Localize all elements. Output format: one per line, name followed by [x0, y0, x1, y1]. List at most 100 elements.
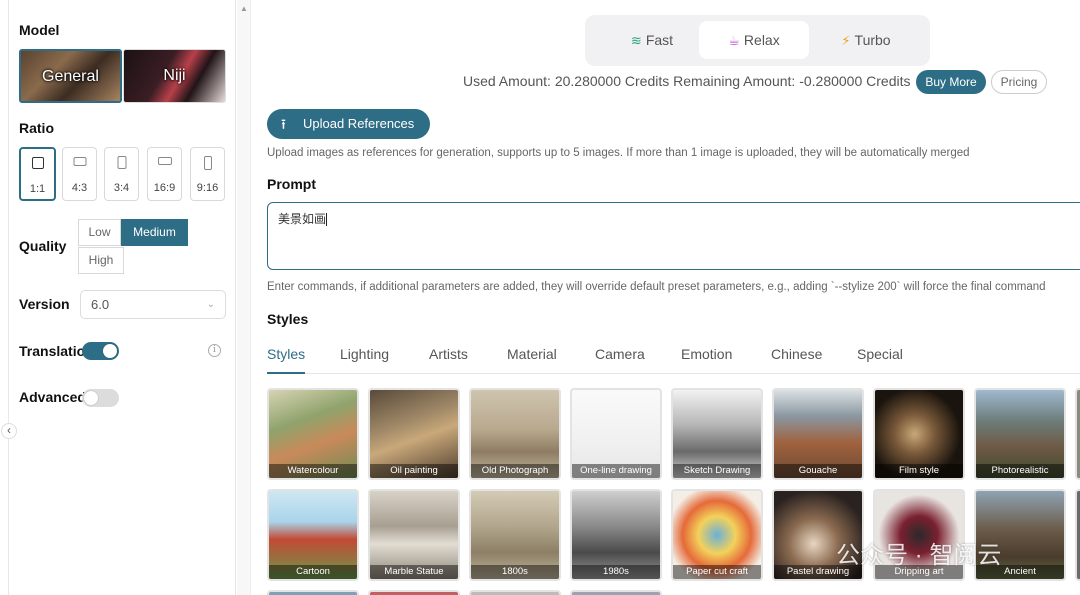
mode-fast-button[interactable]: ≋ Fast — [607, 21, 697, 59]
toggle-knob — [84, 391, 98, 405]
translation-toggle[interactable] — [82, 342, 119, 360]
ratio-option-16-9[interactable]: 16:9 — [147, 147, 182, 201]
ratio-option-1-1[interactable]: 1:1 — [19, 147, 56, 201]
toggle-knob — [103, 344, 117, 358]
style-card-cartoon[interactable]: Cartoon — [267, 489, 359, 581]
quality-option-medium[interactable]: Medium — [121, 219, 188, 246]
ratio-option-3-4[interactable]: 3:4 — [104, 147, 139, 201]
buy-more-button[interactable]: Buy More — [916, 70, 986, 94]
style-card-caption: One-line drawing — [572, 464, 660, 478]
quality-label: Quality — [19, 238, 67, 254]
tab-chinese[interactable]: Chinese — [771, 346, 822, 362]
wide-ratio-icon — [157, 157, 172, 165]
style-card-caption: Sketch Drawing — [673, 464, 761, 478]
style-card-caption: Cartoon — [269, 565, 357, 579]
tab-special[interactable]: Special — [857, 346, 903, 362]
mode-label: Turbo — [854, 32, 891, 48]
style-card-1980s[interactable]: 1980s — [570, 489, 662, 581]
style-card-photorealistic[interactable]: Photorealistic — [974, 388, 1066, 480]
landscape-ratio-icon — [73, 157, 86, 166]
style-card-caption: Photorealistic — [976, 464, 1064, 478]
chevron-left-icon: ‹ — [7, 423, 11, 437]
style-card-caption: Watercolour — [269, 464, 357, 478]
prompt-text: 美景如画 — [278, 212, 327, 226]
style-card-caption: Paper cut craft — [673, 565, 761, 579]
active-tab-indicator — [267, 372, 305, 374]
wind-icon: ≋ — [630, 33, 642, 48]
sidebar-rail — [8, 0, 9, 595]
model-label: Model — [19, 22, 60, 38]
collapse-sidebar-button[interactable]: ‹ — [1, 423, 17, 439]
tall-ratio-icon — [203, 156, 212, 170]
ratio-option-9-16[interactable]: 9:16 — [190, 147, 225, 201]
ratio-label-text: 9:16 — [196, 182, 219, 194]
style-card-1800s[interactable]: 1800s — [469, 489, 561, 581]
chevron-down-icon: ⌄ — [206, 299, 215, 310]
tab-camera[interactable]: Camera — [595, 346, 645, 362]
prompt-input[interactable]: 美景如画 — [267, 202, 1080, 270]
mode-label: Relax — [743, 32, 780, 48]
style-card-partial[interactable] — [267, 590, 359, 595]
style-card-paper-cut-craft[interactable]: Paper cut craft — [671, 489, 763, 581]
style-card-partial[interactable] — [1075, 388, 1080, 480]
style-card-partial[interactable] — [1075, 489, 1080, 581]
version-label: Version — [19, 296, 70, 312]
upload-references-button[interactable]: ⭱ Upload References — [267, 109, 430, 139]
ratio-label-text: 1:1 — [29, 183, 46, 195]
pricing-button[interactable]: Pricing — [991, 70, 1047, 94]
tab-material[interactable]: Material — [507, 346, 557, 362]
advanced-toggle[interactable] — [82, 389, 119, 407]
scroll-up-arrow-icon[interactable]: ▲ — [240, 4, 248, 13]
model-option-niji[interactable]: Niji — [123, 49, 226, 103]
tab-lighting[interactable]: Lighting — [340, 346, 389, 362]
upload-button-label: Upload References — [303, 116, 415, 131]
style-card-oil-painting[interactable]: Oil painting — [368, 388, 460, 480]
ratio-option-4-3[interactable]: 4:3 — [62, 147, 97, 201]
style-card-watercolour[interactable]: Watercolour — [267, 388, 359, 480]
prompt-label: Prompt — [267, 176, 316, 192]
mode-relax-button[interactable]: ☕ Relax — [699, 21, 809, 59]
style-card-gouache[interactable]: Gouache — [772, 388, 864, 480]
coffee-cup-icon: ☕ — [728, 33, 740, 48]
style-card-caption: 1800s — [471, 565, 559, 579]
styles-label: Styles — [267, 311, 309, 327]
style-card-partial[interactable] — [469, 590, 561, 595]
lightning-icon: ⚡ — [841, 33, 851, 48]
model-option-label: General — [42, 68, 99, 85]
prompt-hint: Enter commands, if additional parameters… — [267, 281, 1046, 293]
ratio-label-text: 16:9 — [153, 182, 176, 194]
mode-label: Fast — [645, 32, 674, 48]
tab-styles[interactable]: Styles — [267, 346, 305, 362]
style-card-partial[interactable] — [368, 590, 460, 595]
style-card-one-line-drawing[interactable]: One-line drawing — [570, 388, 662, 480]
style-card-caption: Gouache — [774, 464, 862, 478]
advanced-label: Advanced — [19, 389, 86, 405]
upload-hint: Upload images as references for generati… — [267, 147, 970, 159]
speed-mode-switcher: ≋ Fast ☕ Relax ⚡ Turbo — [585, 15, 930, 66]
translation-label: Translation — [19, 343, 83, 359]
settings-sidebar: ‹ Model General Niji Ratio 1:1 4:3 3:4 1… — [0, 0, 236, 595]
watermark: 公众号 · 智阅云 — [836, 542, 1002, 569]
sidebar-scrollbar[interactable] — [237, 0, 251, 595]
tab-artists[interactable]: Artists — [429, 346, 468, 362]
style-card-partial[interactable] — [570, 590, 662, 595]
style-card-caption: Film style — [875, 464, 963, 478]
model-option-general[interactable]: General — [19, 49, 122, 103]
portrait-ratio-icon — [117, 156, 126, 169]
tab-emotion[interactable]: Emotion — [681, 346, 732, 362]
style-card-caption: 1980s — [572, 565, 660, 579]
mode-turbo-button[interactable]: ⚡ Turbo — [821, 21, 911, 59]
style-card-marble-statue[interactable]: Marble Statue — [368, 489, 460, 581]
quality-option-high[interactable]: High — [78, 247, 124, 274]
credits-summary: Used Amount: 20.280000 Credits Remaining… — [463, 73, 911, 89]
version-select[interactable]: 6.0 ⌄ — [80, 290, 226, 319]
info-icon[interactable]: i — [208, 344, 221, 357]
quality-option-low[interactable]: Low — [78, 219, 121, 246]
text-caret — [326, 213, 328, 227]
upload-icon: ⭱ — [281, 116, 286, 132]
translation-label-clip: Translation — [19, 342, 83, 360]
style-card-film-style[interactable]: Film style — [873, 388, 965, 480]
style-card-sketch-drawing[interactable]: Sketch Drawing — [671, 388, 763, 480]
style-card-old-photograph[interactable]: Old Photograph — [469, 388, 561, 480]
ratio-label: Ratio — [19, 120, 54, 136]
